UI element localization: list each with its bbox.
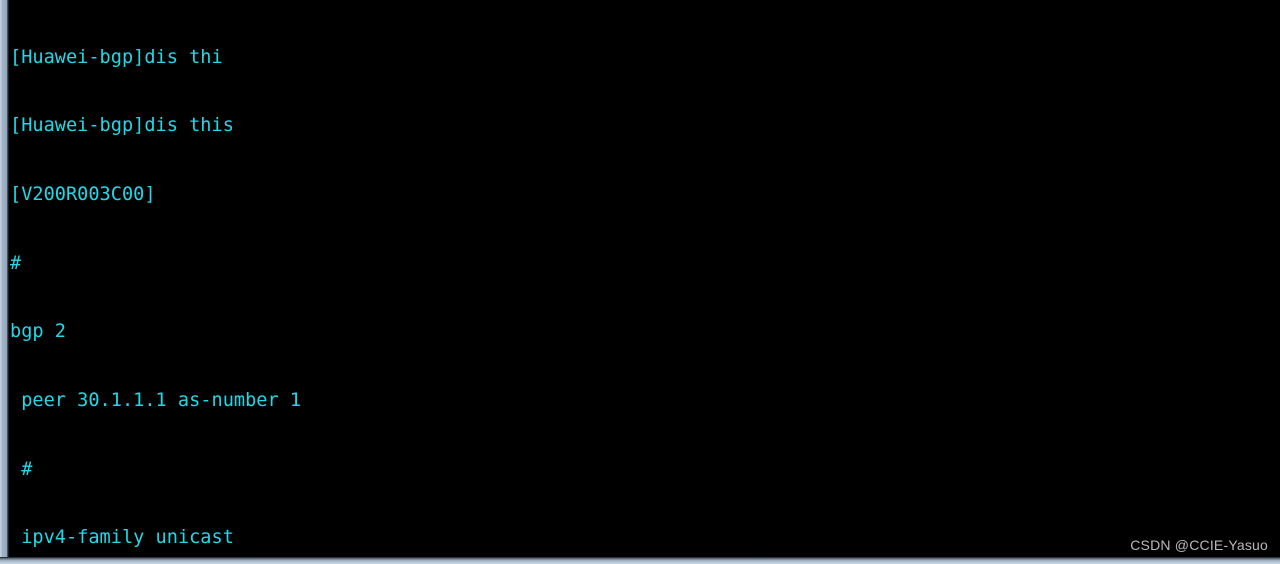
terminal-line: peer 30.1.1.1 as-number 1 — [10, 389, 302, 411]
terminal-line: [V200R003C00] — [10, 184, 156, 205]
terminal-output-area[interactable]: [Huawei-bgp]dis thi [Huawei-bgp]dis this… — [0, 0, 1280, 557]
terminal-line: # — [10, 252, 22, 274]
terminal-line: bgp 2 — [10, 321, 66, 343]
terminal-window: [Huawei-bgp]dis thi [Huawei-bgp]dis this… — [0, 0, 1280, 564]
terminal-line: # — [10, 458, 33, 480]
window-bottom-border — [0, 557, 1280, 564]
terminal-line: [Huawei-bgp]dis thi — [10, 46, 223, 68]
terminal-line: [Huawei-bgp]dis this — [10, 115, 234, 137]
scrollbar-thumb[interactable] — [2, 0, 7, 557]
terminal-line: ipv4-family unicast — [10, 527, 234, 549]
scrollbar-track[interactable] — [0, 0, 9, 557]
watermark-label: CSDN @CCIE-Yasuo — [1130, 537, 1268, 553]
